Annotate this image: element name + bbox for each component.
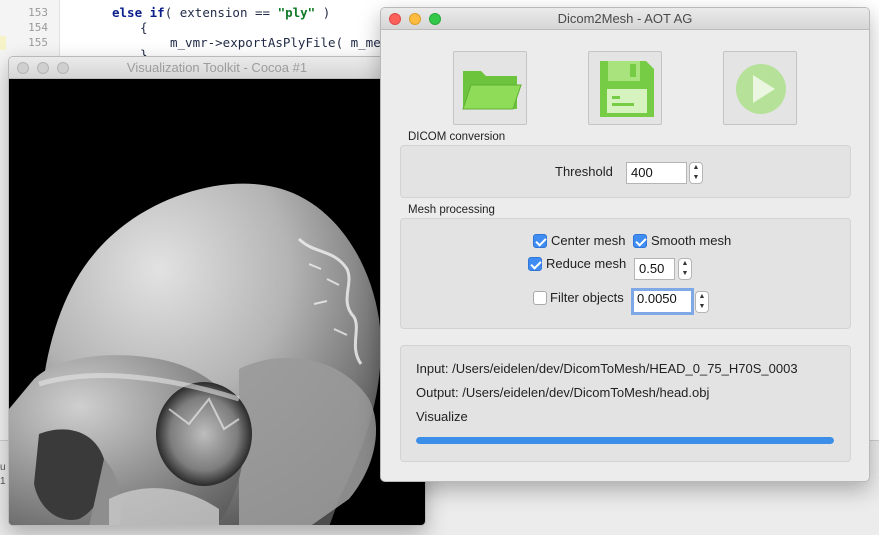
group-label-dicom-conversion: DICOM conversion xyxy=(408,131,506,143)
dicom2mesh-window[interactable]: Dicom2Mesh - AOT AG DICOM conversion Thr… xyxy=(380,7,870,482)
threshold-label: Threshold xyxy=(555,164,613,179)
chevron-down-icon[interactable]: ▼ xyxy=(696,302,708,312)
panel-glyph: u xyxy=(0,462,6,473)
filter-objects-input[interactable]: 0.0050 xyxy=(631,288,694,315)
checkbox-checked-icon[interactable] xyxy=(633,234,647,248)
center-mesh-label[interactable]: Center mesh xyxy=(551,233,625,248)
vtk-render-window[interactable]: Visualization Toolkit - Cocoa #1 xyxy=(8,56,426,526)
filter-objects-label[interactable]: Filter objects xyxy=(550,290,624,305)
dicom-conversion-group: Threshold 400 ▲ ▼ xyxy=(400,145,851,198)
save-mesh-button[interactable] xyxy=(588,51,662,125)
line-number: 155 xyxy=(28,36,48,49)
input-path-text: Input: /Users/eidelen/dev/DicomToMesh/HE… xyxy=(416,361,798,376)
chevron-down-icon[interactable]: ▼ xyxy=(679,269,691,279)
dicom2mesh-titlebar[interactable]: Dicom2Mesh - AOT AG xyxy=(381,8,869,30)
panel-glyph: 1 xyxy=(0,476,6,487)
threshold-stepper[interactable]: ▲ ▼ xyxy=(689,162,703,184)
filter-objects-stepper[interactable]: ▲ ▼ xyxy=(695,291,709,313)
code-string: "ply" xyxy=(277,5,316,20)
mesh-processing-group: Center mesh Smooth mesh Reduce mesh 0.50… xyxy=(400,218,851,329)
code-line[interactable]: else if( extension == "ply" ) xyxy=(112,5,330,20)
chevron-up-icon[interactable]: ▲ xyxy=(679,259,691,269)
code-keyword: else if xyxy=(112,5,165,20)
skull-mesh-render xyxy=(9,183,381,525)
run-conversion-button[interactable] xyxy=(723,51,797,125)
status-step-text: Visualize xyxy=(416,409,468,424)
checkbox-checked-icon[interactable] xyxy=(528,257,542,271)
current-line-marker xyxy=(0,36,6,50)
progress-bar-fill xyxy=(416,437,834,444)
floppy-disk-icon xyxy=(600,61,654,117)
render-viewport[interactable] xyxy=(9,79,425,525)
chevron-down-icon[interactable]: ▼ xyxy=(690,173,702,183)
chevron-up-icon[interactable]: ▲ xyxy=(696,292,708,302)
code-text: ( extension == xyxy=(164,5,278,20)
reduce-mesh-stepper[interactable]: ▲ ▼ xyxy=(678,258,692,280)
group-label-mesh-processing: Mesh processing xyxy=(408,204,495,216)
reduce-mesh-input[interactable]: 0.50 xyxy=(634,258,675,280)
vtk-titlebar[interactable]: Visualization Toolkit - Cocoa #1 xyxy=(9,57,425,79)
line-number: 153 xyxy=(28,6,48,19)
reduce-mesh-label[interactable]: Reduce mesh xyxy=(546,256,626,271)
chevron-up-icon[interactable]: ▲ xyxy=(690,163,702,173)
smooth-mesh-label[interactable]: Smooth mesh xyxy=(651,233,731,248)
code-line[interactable]: m_vmr->exportAsPlyFile( m_mesh xyxy=(170,35,396,50)
output-path-text: Output: /Users/eidelen/dev/DicomToMesh/h… xyxy=(416,385,710,400)
checkbox-checked-icon[interactable] xyxy=(533,234,547,248)
window-title: Visualization Toolkit - Cocoa #1 xyxy=(126,60,308,75)
play-icon xyxy=(736,64,786,114)
line-number: 154 xyxy=(28,21,48,34)
code-text: ) xyxy=(315,5,331,20)
folder-icon xyxy=(462,71,522,110)
checkbox-unchecked-icon[interactable] xyxy=(533,291,547,305)
code-line[interactable]: { xyxy=(140,20,148,35)
progress-bar xyxy=(416,437,834,444)
open-dicom-button[interactable] xyxy=(453,51,527,125)
window-title: Dicom2Mesh - AOT AG xyxy=(557,11,693,26)
threshold-input[interactable]: 400 xyxy=(626,162,687,184)
